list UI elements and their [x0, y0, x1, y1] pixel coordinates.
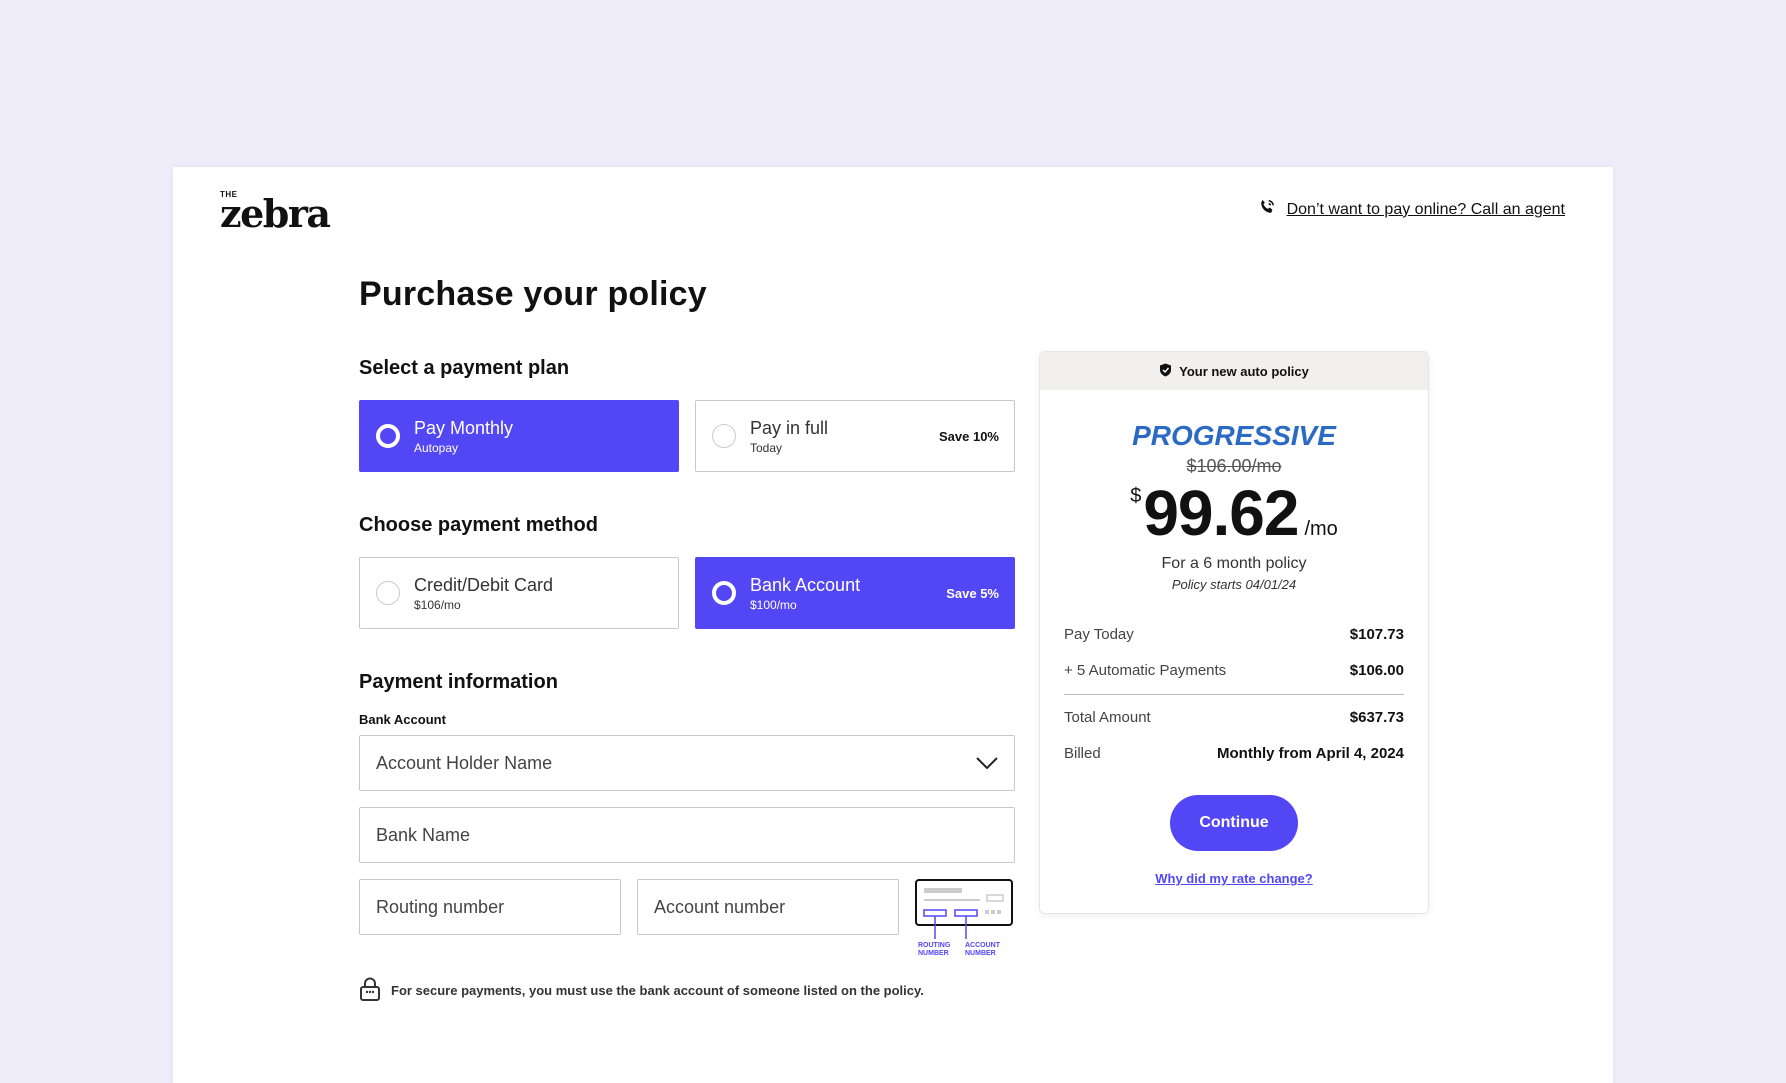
zebra-logo[interactable]: THE zebra [220, 191, 331, 236]
account-number-caption: ACCOUNT NUMBER [965, 942, 1000, 957]
page-title: Purchase your policy [359, 275, 707, 313]
routing-number-caption: ROUTING NUMBER [918, 942, 951, 957]
save-badge: Save 10% [939, 429, 999, 444]
payment-method-heading: Choose payment method [359, 514, 598, 536]
account-number-input[interactable]: Account number [637, 879, 899, 935]
price-currency: $ [1130, 485, 1142, 507]
plan-full-subtitle: Today [750, 440, 783, 455]
summary-header-text: Your new auto policy [1179, 363, 1309, 379]
routing-number-input[interactable]: Routing number [359, 879, 621, 935]
method-bank-title: Bank Account [750, 574, 861, 595]
radio-selected-icon [712, 581, 736, 605]
breakdown-value: $106.00 [1349, 661, 1404, 679]
method-card-title: Credit/Debit Card [414, 574, 554, 595]
method-option-bank[interactable]: Bank Account $100/mo Save 5% [695, 557, 1015, 629]
breakdown-row: + 5 Automatic Payments $106.00 [1064, 652, 1404, 688]
breakdown-row: Billed Monthly from April 4, 2024 [1064, 735, 1404, 771]
radio-unselected-icon [376, 581, 400, 605]
payment-info-heading: Payment information [359, 671, 558, 693]
summary-header: Your new auto policy [1040, 352, 1428, 390]
price-amount: 99.62 [1143, 477, 1299, 549]
policy-term: For a 6 month policy [1161, 555, 1307, 572]
plan-monthly-title: Pay Monthly [414, 417, 514, 438]
check-diagram: ROUTING NUMBER ACCOUNT NUMBER [915, 879, 1015, 959]
price-period: /mo [1304, 518, 1338, 540]
payment-form: Select a payment plan Pay Monthly Autopa… [359, 357, 1015, 1004]
chevron-down-icon [976, 754, 998, 777]
payment-breakdown: Pay Today $107.73 + 5 Automatic Payments… [1064, 616, 1404, 771]
checkout-card: THE zebra Don’t want to pay online? Call… [173, 167, 1613, 1083]
breakdown-value: Monthly from April 4, 2024 [1217, 744, 1404, 762]
method-card-subtitle: $106/mo [414, 597, 461, 612]
bank-name-input[interactable]: Bank Name [359, 807, 1015, 863]
policy-start-date: Policy starts 04/01/24 [1171, 577, 1297, 592]
phone-icon [1257, 197, 1277, 222]
continue-button[interactable]: Continue [1170, 795, 1298, 851]
routing-account-row: Routing number Account number ROUTING NU… [359, 879, 1015, 959]
breakdown-label: Billed [1064, 744, 1101, 762]
method-bank-subtitle: $100/mo [750, 597, 797, 612]
account-holder-placeholder: Account Holder Name [376, 752, 553, 773]
call-agent-text: Don’t want to pay online? Call an agent [1286, 200, 1565, 218]
new-price: $ 99.62 /mo [1040, 479, 1428, 547]
breakdown-row: Total Amount $637.73 [1064, 699, 1404, 735]
plan-option-full[interactable]: Pay in full Today Save 10% [695, 400, 1015, 472]
shield-check-icon [1159, 363, 1172, 380]
bank-account-label: Bank Account [359, 712, 446, 727]
breakdown-label: + 5 Automatic Payments [1064, 661, 1227, 679]
secure-note: For secure payments, you must use the ba… [359, 977, 1015, 1004]
payment-plan-options: Pay Monthly Autopay Pay in full Today Sa… [359, 400, 1015, 472]
breakdown-value: $637.73 [1349, 708, 1404, 726]
breakdown-label: Pay Today [1064, 625, 1134, 643]
bank-name-placeholder: Bank Name [376, 824, 471, 845]
carrier-logo: PROGRESSIVE [1132, 420, 1336, 451]
method-option-card[interactable]: Credit/Debit Card $106/mo [359, 557, 679, 629]
breakdown-label: Total Amount [1064, 708, 1151, 726]
lock-icon [359, 977, 381, 1004]
breakdown-value: $107.73 [1349, 625, 1404, 643]
check-illustration-icon [915, 879, 1013, 939]
secure-note-text: For secure payments, you must use the ba… [391, 983, 924, 998]
save-badge: Save 5% [946, 586, 999, 601]
routing-number-placeholder: Routing number [376, 896, 505, 917]
payment-method-options: Credit/Debit Card $106/mo Bank Account $… [359, 557, 1015, 629]
radio-unselected-icon [712, 424, 736, 448]
account-number-placeholder: Account number [654, 896, 786, 917]
plan-option-monthly[interactable]: Pay Monthly Autopay [359, 400, 679, 472]
breakdown-divider [1064, 694, 1404, 695]
plan-full-title: Pay in full [750, 417, 829, 438]
breakdown-row: Pay Today $107.73 [1064, 616, 1404, 652]
rate-change-link[interactable]: Why did my rate change? [1040, 871, 1428, 886]
logo-wordmark: zebra [220, 191, 331, 236]
payment-plan-heading: Select a payment plan [359, 357, 570, 379]
plan-monthly-subtitle: Autopay [414, 440, 459, 455]
account-holder-select[interactable]: Account Holder Name [359, 735, 1015, 791]
policy-summary-card: Your new auto policy PROGRESSIVE $106.00… [1039, 351, 1429, 914]
radio-selected-icon [376, 424, 400, 448]
old-price: $106.00/mo [1186, 456, 1282, 476]
call-agent-link[interactable]: Don’t want to pay online? Call an agent [1257, 197, 1565, 222]
